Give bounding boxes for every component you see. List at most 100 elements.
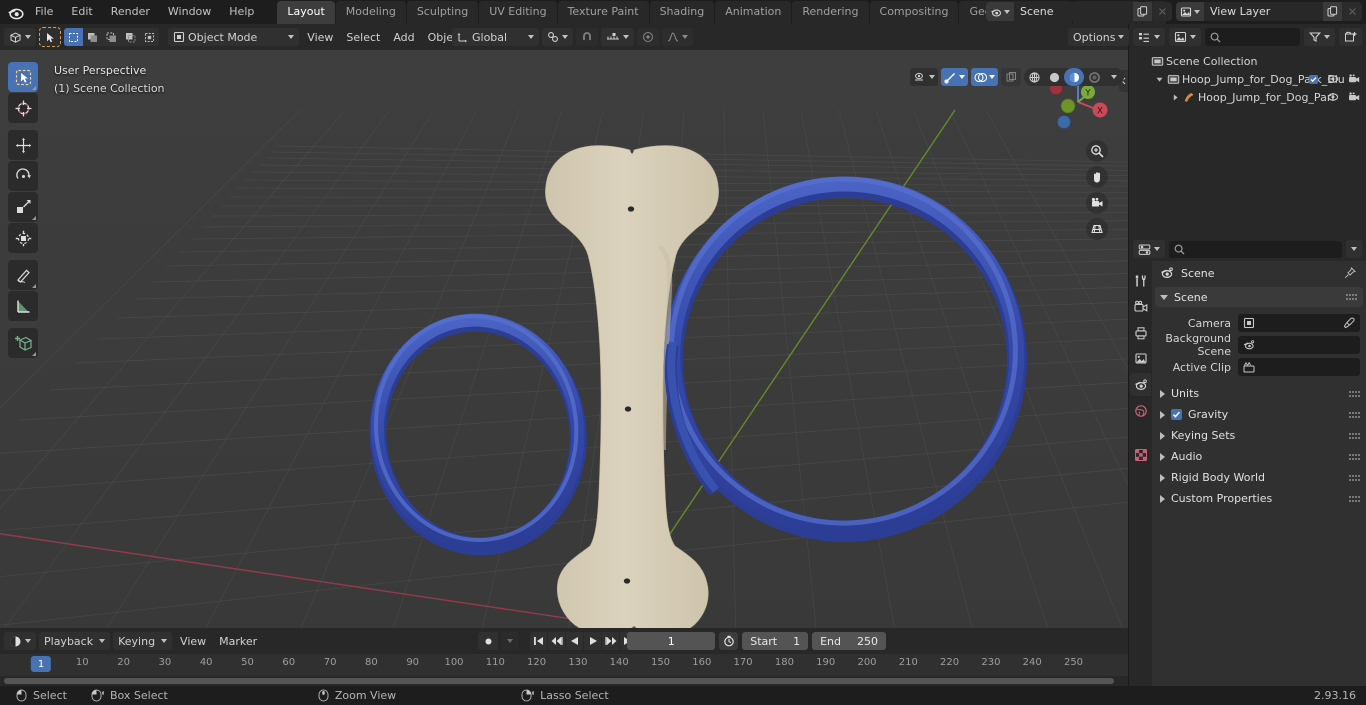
proportional-edit-icon[interactable] [637,28,660,46]
subtract-select-icon[interactable] [102,28,121,46]
start-frame-field[interactable]: Start 1 [742,632,809,650]
disclosure-triangle-icon[interactable] [1169,94,1181,101]
use-preview-range-icon[interactable] [719,632,739,650]
cursor-tool[interactable] [8,93,38,123]
transform-orientation-selector[interactable]: Global [452,28,540,46]
viewport-menu-view[interactable]: View [302,28,338,46]
view-layer-selector[interactable]: View Layer [1176,2,1362,21]
timeline-ruler[interactable]: 10 20 30 40 50 60 70 80 90 100 110 120 130 140 150 160 1… [0,654,1128,676]
tweak-select-tool[interactable] [8,62,38,92]
disclosure-triangle-icon[interactable] [1153,76,1165,83]
filter-icon[interactable] [1304,28,1335,46]
tab-layout[interactable]: Layout [277,1,335,24]
3d-viewport[interactable]: User Perspective (1) Scene Collection Y … [0,50,1128,628]
panel-gravity[interactable]: Gravity [1152,404,1366,425]
tab-rendering[interactable]: Rendering [792,1,869,24]
collection-checkbox[interactable] [1309,74,1318,84]
snap-target-selector[interactable] [601,28,635,46]
rotate-tool[interactable] [8,161,38,191]
zoom-view-icon[interactable] [1086,140,1108,162]
scene-selector[interactable]: Scene [986,2,1172,21]
annotate-tool[interactable] [8,260,38,290]
pan-view-icon[interactable] [1086,166,1108,188]
viewport-menu-select[interactable]: Select [341,28,385,46]
editor-type-properties-icon[interactable] [1133,240,1165,258]
play-icon[interactable] [584,632,601,650]
panel-units[interactable]: Units [1152,383,1366,404]
pivot-point-selector[interactable] [542,28,574,46]
scale-tool[interactable] [8,192,38,222]
new-view-layer-icon[interactable] [1323,2,1342,21]
jump-to-next-keyframe-icon[interactable] [602,632,619,650]
measure-tool[interactable] [8,291,38,321]
timeline-scrollbar[interactable] [4,678,1114,684]
background-scene-field[interactable] [1238,336,1360,354]
tab-uv-editing[interactable]: UV Editing [479,1,557,24]
rendered-shading-icon[interactable] [1084,68,1104,86]
outliner-view-layer-icon[interactable] [1169,28,1201,46]
tool-tab[interactable] [1130,269,1151,292]
gizmo-icon[interactable] [941,68,968,86]
texture-tab[interactable] [1130,443,1151,466]
scene-tab[interactable] [1130,373,1151,396]
gravity-checkbox[interactable] [1171,409,1182,420]
current-frame-field[interactable]: 1 [627,632,716,650]
material-preview-shading-icon[interactable] [1064,68,1084,86]
editor-type-3dview-icon[interactable] [4,28,36,46]
camera-field[interactable] [1238,314,1360,332]
timeline-menu-marker[interactable]: Marker [214,632,262,650]
panel-keying-sets[interactable]: Keying Sets [1152,425,1366,446]
editor-type-timeline-icon[interactable] [4,632,36,650]
extend-select-icon[interactable] [83,28,102,46]
tab-animation[interactable]: Animation [715,1,792,24]
render-tab[interactable] [1130,295,1151,318]
jump-to-start-icon[interactable] [530,632,547,650]
camera-view-icon[interactable] [1086,192,1108,214]
unlink-view-layer-icon[interactable] [1343,2,1362,21]
outliner-row[interactable]: Hoop_Jump_for_Dog_Parl [1129,88,1366,106]
auto-keying-icon[interactable] [478,632,498,650]
new-scene-icon[interactable] [1133,2,1152,21]
timeline-menu-keying[interactable]: Keying [113,632,173,650]
scene-icon[interactable] [986,2,1014,21]
active-tool-indicator[interactable] [39,27,61,47]
invert-select-icon[interactable] [121,28,140,46]
add-cube-tool[interactable] [8,328,38,358]
move-tool[interactable] [8,130,38,160]
tab-shading[interactable]: Shading [649,1,715,24]
set-select-icon[interactable] [64,28,83,46]
wireframe-shading-icon[interactable] [1024,68,1044,86]
tab-texture-paint[interactable]: Texture Paint [557,1,649,24]
panel-audio[interactable]: Audio [1152,446,1366,467]
panel-rigid-body-world[interactable]: Rigid Body World [1152,467,1366,488]
timeline-menu-playback[interactable]: Playback [39,632,111,650]
outliner-search-input[interactable] [1205,28,1300,46]
viewport-menu-add[interactable]: Add [388,28,419,46]
tab-sculpting[interactable]: Sculpting [406,1,479,24]
menu-edit[interactable]: Edit [62,2,101,22]
properties-search-input[interactable] [1169,240,1342,258]
end-frame-field[interactable]: End 250 [812,632,886,650]
select-mode-group[interactable] [64,28,159,46]
new-collection-icon[interactable] [1339,28,1362,46]
overlays-icon[interactable] [971,68,998,86]
output-tab[interactable] [1130,321,1151,344]
scene-name-value[interactable]: Scene [1014,2,1132,21]
outliner-display-mode-icon[interactable] [1133,28,1165,46]
panel-scene[interactable]: Scene [1155,287,1363,307]
hide-in-viewport-icon[interactable] [1327,74,1339,84]
blender-logo-icon[interactable] [4,1,26,23]
properties-options-icon[interactable] [1346,240,1362,258]
xray-toggle-icon[interactable] [1001,68,1021,86]
timeline-playhead[interactable]: 1 [30,656,52,672]
shading-dropdown-icon[interactable] [1104,68,1124,86]
disable-in-renders-icon[interactable] [1348,92,1360,102]
menu-file[interactable]: File [26,2,62,22]
jump-to-prev-keyframe-icon[interactable] [548,632,565,650]
object-visibility-icon[interactable] [910,68,938,86]
play-reverse-icon[interactable] [566,632,583,650]
eyedropper-icon[interactable] [1343,317,1355,329]
hide-in-viewport-icon[interactable] [1327,92,1339,102]
menu-window[interactable]: Window [159,2,220,22]
toggle-orthographic-icon[interactable] [1086,218,1108,240]
